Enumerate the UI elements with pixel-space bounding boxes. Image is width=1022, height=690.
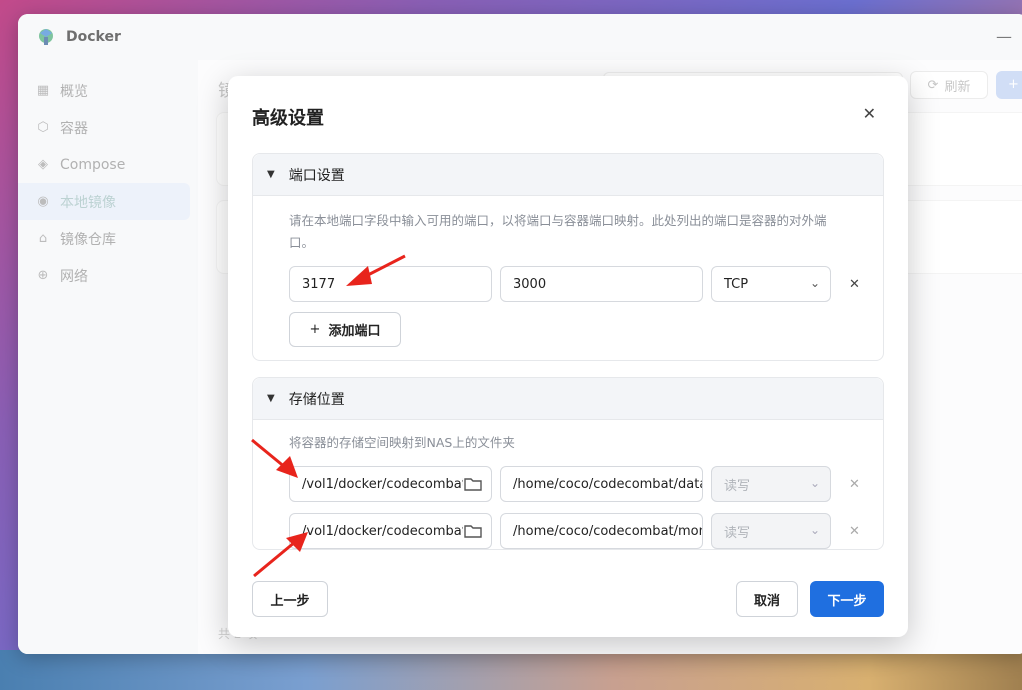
add-port-label: 添加端口 bbox=[328, 324, 381, 339]
container-path-input[interactable]: /home/coco/codecombat/data bbox=[500, 466, 703, 502]
mode-select[interactable]: 读写 ⌄ bbox=[711, 466, 831, 502]
chevron-down-icon: ⌄ bbox=[809, 476, 820, 490]
add-port-button[interactable]: + 添加端口 bbox=[289, 312, 401, 347]
plus-icon: + bbox=[309, 322, 321, 337]
dialog-body: ▼ 端口设置 请在本地端口字段中输入可用的端口，以将端口与容器端口映射。此处列出… bbox=[252, 153, 884, 561]
desktop-wallpaper bbox=[0, 650, 1022, 690]
container-path-value: /home/coco/codecombat/data bbox=[513, 476, 703, 492]
mode-value: 读写 bbox=[724, 478, 751, 494]
storage-section-header[interactable]: ▼ 存储位置 bbox=[253, 378, 883, 420]
dialog-title: 高级设置 bbox=[252, 108, 324, 129]
section-description: 将容器的存储空间映射到NAS上的文件夹 bbox=[289, 435, 515, 450]
section-description: 请在本地端口字段中输入可用的端口，以将端口与容器端口映射。此处列出的端口是容器的… bbox=[289, 213, 827, 250]
mode-value: 读写 bbox=[724, 525, 751, 541]
container-port-input[interactable]: 3000 bbox=[500, 266, 703, 302]
next-button[interactable]: 下一步 bbox=[810, 581, 884, 617]
remove-volume-icon[interactable]: ✕ bbox=[849, 524, 860, 539]
remove-port-icon[interactable]: ✕ bbox=[849, 277, 860, 292]
close-icon[interactable]: ✕ bbox=[863, 104, 876, 123]
container-port-value: 3000 bbox=[513, 276, 547, 292]
folder-icon[interactable] bbox=[463, 475, 483, 493]
advanced-settings-dialog: 高级设置 ✕ ▼ 端口设置 请在本地端口字段中输入可用的端口，以将端口与容器端口… bbox=[228, 76, 908, 637]
nas-path-input[interactable]: /vol1/docker/codecombat bbox=[289, 513, 492, 549]
nas-path-input[interactable]: /vol1/docker/codecombat bbox=[289, 466, 492, 502]
port-mapping-row: 3177 3000 TCP ⌄ ✕ bbox=[253, 266, 883, 302]
cancel-button[interactable]: 取消 bbox=[736, 581, 798, 617]
port-settings-section: ▼ 端口设置 请在本地端口字段中输入可用的端口，以将端口与容器端口映射。此处列出… bbox=[252, 153, 884, 361]
local-port-value: 3177 bbox=[302, 276, 336, 292]
folder-icon[interactable] bbox=[463, 522, 483, 540]
storage-section: ▼ 存储位置 将容器的存储空间映射到NAS上的文件夹 /vol1/docker/… bbox=[252, 377, 884, 550]
port-section-header[interactable]: ▼ 端口设置 bbox=[253, 154, 883, 196]
section-title: 存储位置 bbox=[288, 391, 345, 408]
dialog-footer: 上一步 取消 下一步 bbox=[252, 581, 884, 617]
mode-select[interactable]: 读写 ⌄ bbox=[711, 513, 831, 549]
remove-volume-icon[interactable]: ✕ bbox=[849, 477, 860, 492]
volume-mapping-row: /vol1/docker/codecombat /home/coco/codec… bbox=[253, 513, 883, 549]
protocol-value: TCP bbox=[724, 276, 749, 292]
local-port-input[interactable]: 3177 bbox=[289, 266, 492, 302]
chevron-down-icon: ⌄ bbox=[809, 523, 820, 537]
previous-button[interactable]: 上一步 bbox=[252, 581, 328, 617]
section-title: 端口设置 bbox=[288, 167, 345, 184]
nas-path-value: /vol1/docker/codecombat bbox=[302, 523, 467, 539]
volume-mapping-row: /vol1/docker/codecombat /home/coco/codec… bbox=[253, 466, 883, 502]
container-path-input[interactable]: /home/coco/codecombat/mongo bbox=[500, 513, 703, 549]
chevron-down-icon: ▼ bbox=[267, 169, 275, 180]
nas-path-value: /vol1/docker/codecombat bbox=[302, 476, 467, 492]
chevron-down-icon: ⌄ bbox=[809, 276, 820, 290]
chevron-down-icon: ▼ bbox=[267, 393, 275, 404]
protocol-select[interactable]: TCP ⌄ bbox=[711, 266, 831, 302]
container-path-value: /home/coco/codecombat/mongo bbox=[513, 523, 703, 539]
